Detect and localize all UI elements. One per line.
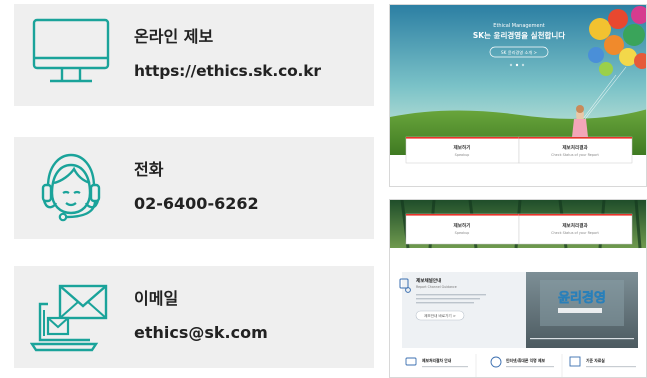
channel-panel-title: 제보채널안내 bbox=[416, 277, 441, 284]
email-label: 이메일 bbox=[134, 289, 179, 308]
phone-number[interactable]: 02-6400-6262 bbox=[134, 193, 259, 215]
section-status-title: 제보처리결과 bbox=[562, 222, 588, 229]
bottom-link-anonymous[interactable]: 인터넷/휴대폰 익명 제보 bbox=[506, 358, 545, 363]
monitor-icon bbox=[32, 18, 110, 83]
phone-card: 전화 02-6400-6262 bbox=[14, 137, 374, 239]
website-section-screenshot: 제보하기 Speakup 제보처리결과 Check Status of your… bbox=[389, 199, 647, 378]
section-status-box[interactable] bbox=[518, 213, 633, 245]
online-report-label: 온라인 제보 bbox=[134, 27, 214, 46]
hero-report-sub: Speakup bbox=[455, 153, 470, 157]
channel-panel-sub: Report Channel Guidance bbox=[416, 285, 457, 289]
section-status-sub: Check Status of your Report bbox=[551, 231, 599, 235]
section-report-title: 제보하기 bbox=[454, 222, 471, 229]
phone-label: 전화 bbox=[134, 160, 164, 179]
online-report-card: 온라인 제보 https://ethics.sk.co.kr bbox=[14, 4, 374, 106]
hero-status-sub: Check Status of your Report bbox=[551, 153, 599, 157]
bottom-link-process[interactable]: 제보처리절차 안내 bbox=[422, 358, 452, 363]
channel-guide-button-label: 제보안내 바로가기 > bbox=[424, 313, 456, 318]
hero-headline: SK는 윤리경영을 실천합니다 bbox=[473, 30, 565, 40]
email-card: 이메일 ethics@sk.com bbox=[14, 266, 374, 368]
hero-kicker: Ethical Management bbox=[493, 23, 544, 29]
section-report-sub: Speakup bbox=[455, 231, 470, 235]
email-address[interactable]: ethics@sk.com bbox=[134, 322, 268, 344]
hero-status-title: 제보처리결과 bbox=[562, 144, 588, 151]
hero-report-title: 제보하기 bbox=[454, 144, 471, 151]
video-title-text: 윤리경영 bbox=[558, 290, 606, 306]
hero-intro-button-label: SK 윤리경영 소개 > bbox=[501, 49, 538, 56]
online-report-url[interactable]: https://ethics.sk.co.kr bbox=[134, 60, 321, 82]
bottom-link-archive[interactable]: 기준 자료실 bbox=[586, 358, 605, 363]
website-hero-screenshot: Ethical Management SK는 윤리경영을 실천합니다 SK 윤리… bbox=[389, 4, 647, 187]
email-laptop-icon bbox=[30, 284, 108, 352]
headset-icon bbox=[41, 153, 101, 222]
section-report-box[interactable] bbox=[405, 213, 520, 245]
